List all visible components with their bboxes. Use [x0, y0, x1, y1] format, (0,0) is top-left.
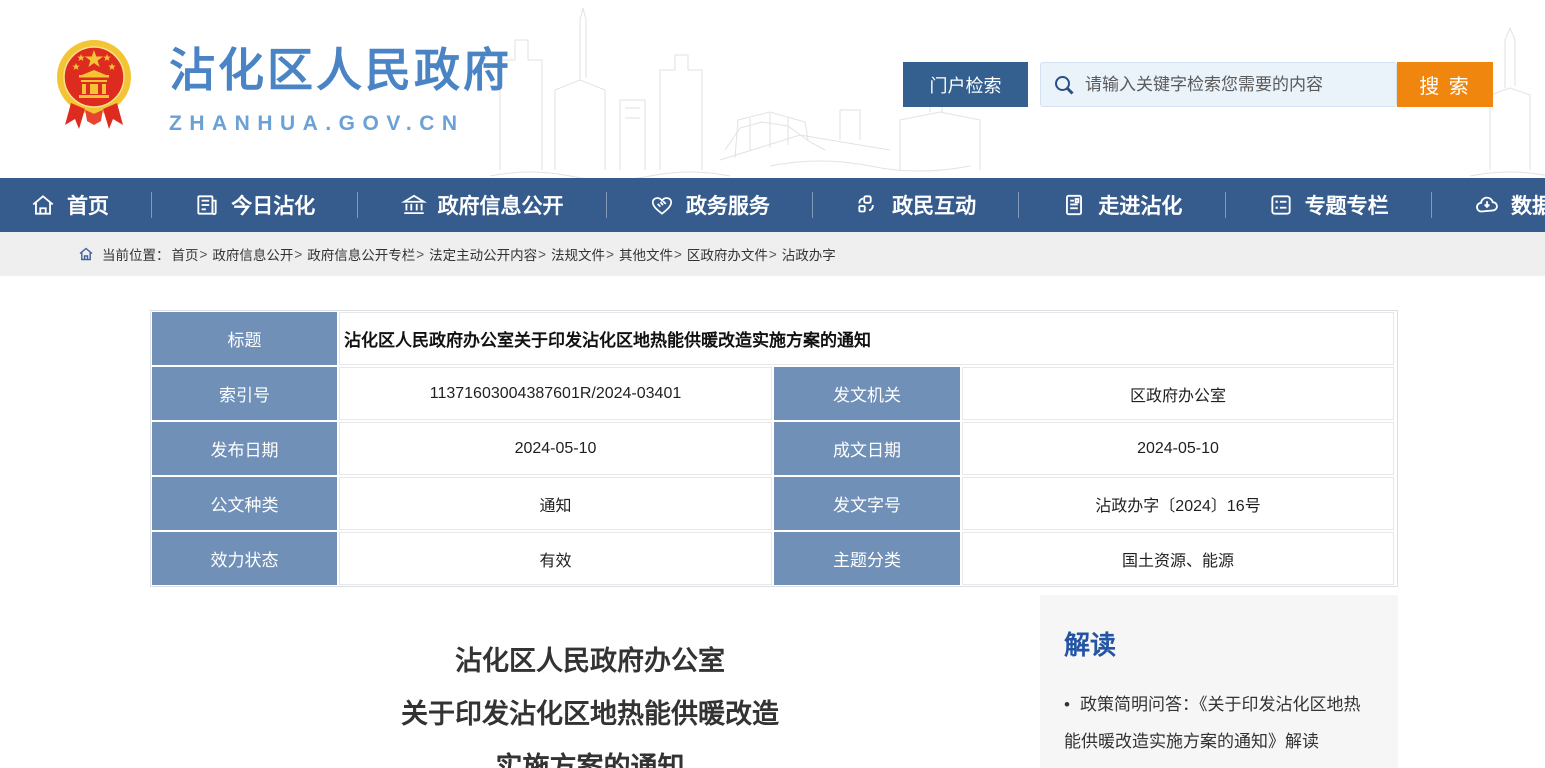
meta-value-index-no: 11371603004387601R/2024-03401: [339, 367, 772, 420]
nav-item-special-topics[interactable]: 专题专栏: [1268, 190, 1389, 220]
nav-divider: [357, 192, 358, 218]
nav-item-today[interactable]: 今日沾化: [194, 190, 315, 220]
crumb-statutory-disclosure[interactable]: 法定主动公开内容: [429, 244, 537, 264]
site-header: 沾化区人民政府 ZHANHUA.GOV.CN 门户检索 搜 索: [0, 0, 1545, 178]
meta-value-subject-category: 国土资源、能源: [962, 532, 1394, 585]
list-icon: [1268, 192, 1294, 218]
crumb-regulatory-files[interactable]: 法规文件: [551, 244, 605, 264]
main-content: 标题 沾化区人民政府办公室关于印发沾化区地热能供暖改造实施方案的通知 索引号 1…: [150, 310, 1398, 768]
meta-value-issuing-agency: 区政府办公室: [962, 367, 1394, 420]
crumb-home[interactable]: 首页: [172, 244, 199, 264]
site-name: 沾化区人民政府: [169, 34, 512, 100]
nav-label: 政府信息公开: [438, 190, 564, 220]
meta-label-written-date: 成文日期: [774, 422, 960, 475]
nav-divider: [1431, 192, 1432, 218]
page: 沾化区人民政府 ZHANHUA.GOV.CN 门户检索 搜 索 首页: [0, 0, 1545, 768]
meta-label-subject-category: 主题分类: [774, 532, 960, 585]
crumb-other-files[interactable]: 其他文件: [619, 244, 673, 264]
document-icon: [1061, 192, 1087, 218]
portal-search-button[interactable]: 门户检索: [903, 62, 1028, 107]
nav-divider: [606, 192, 607, 218]
breadcrumb-separator: >: [674, 247, 682, 262]
bullet-icon: •: [1064, 695, 1070, 714]
breadcrumb-separator: >: [606, 247, 614, 262]
article-title-line-1: 沾化区人民政府办公室: [150, 635, 1030, 688]
breadcrumb-separator: >: [416, 247, 424, 262]
handshake-icon: [649, 192, 675, 218]
search-icon: [1053, 74, 1075, 96]
nav-divider: [1018, 192, 1019, 218]
article-title-line-3: 实施方案的通知: [150, 741, 1030, 768]
nav-label: 数据开放: [1511, 190, 1545, 220]
breadcrumb-separator: >: [200, 247, 208, 262]
home-icon: [30, 192, 56, 218]
news-icon: [194, 192, 220, 218]
nav-item-gov-info[interactable]: 政府信息公开: [401, 190, 564, 220]
site-logo[interactable]: 沾化区人民政府 ZHANHUA.GOV.CN: [55, 34, 512, 136]
nav-divider: [1225, 192, 1226, 218]
meta-value-validity: 有效: [339, 532, 772, 585]
main-nav: 首页 今日沾化 政府信息公开: [0, 178, 1545, 232]
breadcrumb-separator: >: [538, 247, 546, 262]
nav-divider: [151, 192, 152, 218]
nav-inner: 首页 今日沾化 政府信息公开: [0, 178, 1545, 232]
meta-label-publish-date: 发布日期: [152, 422, 337, 475]
interpretation-link[interactable]: •政策简明问答：《关于印发沾化区地热能供暖改造实施方案的通知》解读: [1064, 686, 1374, 760]
nav-label: 首页: [67, 190, 109, 220]
interpretation-link-text: 政策简明问答：《关于印发沾化区地热能供暖改造实施方案的通知》解读: [1064, 695, 1360, 751]
nav-divider: [812, 192, 813, 218]
national-emblem-icon: [55, 37, 133, 133]
bottom-area: 沾化区人民政府办公室 关于印发沾化区地热能供暖改造 实施方案的通知 解读 •政策…: [150, 595, 1398, 768]
site-titles: 沾化区人民政府 ZHANHUA.GOV.CN: [169, 34, 512, 136]
meta-value-written-date: 2024-05-10: [962, 422, 1394, 475]
crumb-gov-info-column[interactable]: 政府信息公开专栏: [307, 244, 415, 264]
interpretation-panel: 解读 •政策简明问答：《关于印发沾化区地热能供暖改造实施方案的通知》解读: [1040, 595, 1398, 768]
meta-label-doc-number: 发文字号: [774, 477, 960, 530]
interpretation-heading: 解读: [1064, 625, 1374, 662]
breadcrumb-separator: >: [769, 247, 777, 262]
meta-label-issuing-agency: 发文机关: [774, 367, 960, 420]
meta-label-title: 标题: [152, 312, 337, 365]
nav-item-services[interactable]: 政务服务: [649, 190, 770, 220]
bank-icon: [401, 192, 427, 218]
search-button[interactable]: 搜 索: [1397, 62, 1493, 107]
meta-label-doc-type: 公文种类: [152, 477, 337, 530]
search-input[interactable]: [1085, 75, 1384, 95]
meta-label-index-no: 索引号: [152, 367, 337, 420]
crumb-district-office-files[interactable]: 区政府办文件: [687, 244, 768, 264]
crumb-current[interactable]: 沾政办字: [782, 244, 836, 264]
site-domain: ZHANHUA.GOV.CN: [169, 112, 512, 136]
nav-item-open-data[interactable]: 数据开放: [1474, 190, 1545, 220]
nav-label: 走进沾化: [1098, 190, 1182, 220]
cloud-download-icon: [1474, 192, 1500, 218]
nav-label: 政民互动: [892, 190, 976, 220]
nav-label: 今日沾化: [231, 190, 315, 220]
nav-item-interaction[interactable]: 政民互动: [855, 190, 976, 220]
nav-label: 专题专栏: [1305, 190, 1389, 220]
home-small-icon: [78, 246, 94, 262]
breadcrumb-separator: >: [294, 247, 302, 262]
meta-value-doc-type: 通知: [339, 477, 772, 530]
breadcrumb: 当前位置： 首页 > 政府信息公开 > 政府信息公开专栏 > 法定主动公开内容 …: [0, 232, 1545, 276]
article-column: 沾化区人民政府办公室 关于印发沾化区地热能供暖改造 实施方案的通知: [150, 595, 1030, 768]
chat-icon: [855, 192, 881, 218]
nav-label: 政务服务: [686, 190, 770, 220]
nav-item-about[interactable]: 走进沾化: [1061, 190, 1182, 220]
meta-value-doc-number: 沾政办字〔2024〕16号: [962, 477, 1394, 530]
crumb-gov-info[interactable]: 政府信息公开: [212, 244, 293, 264]
article-title-line-2: 关于印发沾化区地热能供暖改造: [150, 688, 1030, 741]
breadcrumb-prefix: 当前位置：: [102, 244, 170, 264]
meta-value-title: 沾化区人民政府办公室关于印发沾化区地热能供暖改造实施方案的通知: [339, 312, 1394, 365]
nav-item-home[interactable]: 首页: [30, 190, 109, 220]
search-box: [1040, 62, 1397, 107]
document-meta-table: 标题 沾化区人民政府办公室关于印发沾化区地热能供暖改造实施方案的通知 索引号 1…: [150, 310, 1398, 587]
meta-value-publish-date: 2024-05-10: [339, 422, 772, 475]
meta-label-validity: 效力状态: [152, 532, 337, 585]
